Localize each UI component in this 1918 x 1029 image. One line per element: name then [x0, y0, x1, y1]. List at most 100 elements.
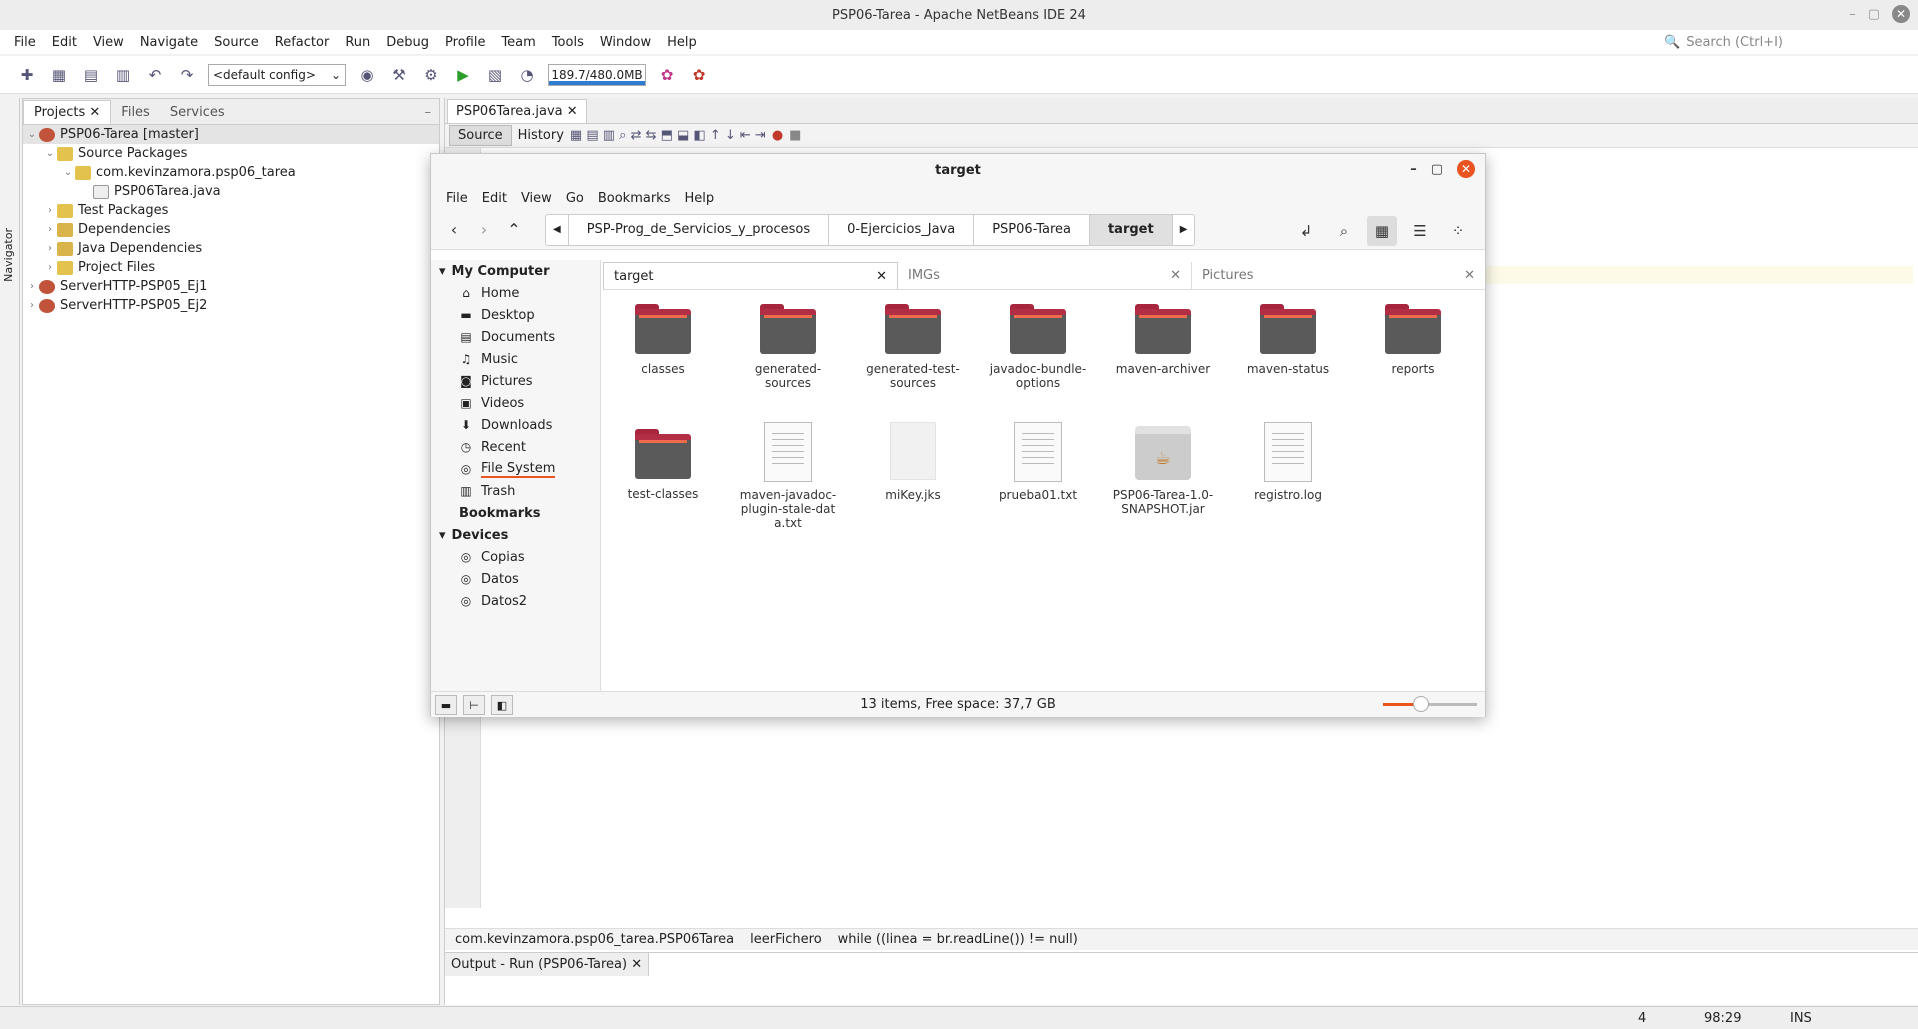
- menu-source[interactable]: Source: [206, 35, 267, 50]
- new-file-icon[interactable]: ✚: [16, 64, 38, 86]
- expand-icon[interactable]: ›: [25, 300, 39, 311]
- globe-icon[interactable]: ◉: [356, 64, 378, 86]
- file-item[interactable]: maven-javadoc-plugin-stale-data.txt: [736, 422, 840, 530]
- tab-output[interactable]: Output - Run (PSP06-Tarea) ✕: [445, 953, 650, 976]
- tab-services[interactable]: Services: [160, 101, 235, 124]
- gc-icon[interactable]: ✿: [656, 64, 678, 86]
- minimize-panel-icon[interactable]: –: [425, 105, 432, 120]
- sidebar-item-device[interactable]: ◎ Datos2: [431, 590, 600, 612]
- file-item[interactable]: generated-test-sources: [861, 304, 965, 390]
- sidebar-item-trash[interactable]: ▥ Trash: [431, 480, 600, 502]
- list-view-icon[interactable]: ☰: [1405, 216, 1435, 246]
- breadcrumb-class[interactable]: com.kevinzamora.psp06_tarea.PSP06Tarea: [455, 932, 734, 947]
- file-item[interactable]: miKey.jks: [861, 422, 965, 502]
- sidebar-section-my-computer[interactable]: ▾ My Computer: [431, 260, 600, 282]
- tree-item[interactable]: › Dependencies: [23, 220, 439, 239]
- path-segment-current[interactable]: target: [1089, 214, 1173, 245]
- sidebar-item-music[interactable]: ♫ Music: [431, 348, 600, 370]
- collapse-icon[interactable]: ▾: [439, 264, 446, 279]
- tree-item[interactable]: › Test Packages: [23, 201, 439, 220]
- tab-projects[interactable]: Projects ✕: [23, 100, 112, 124]
- file-item[interactable]: registro.log: [1236, 422, 1340, 502]
- fm-menu-help[interactable]: Help: [677, 191, 721, 206]
- fm-menu-view[interactable]: View: [514, 191, 559, 206]
- record-macro-icon[interactable]: ●: [772, 128, 783, 143]
- expand-icon[interactable]: ⌄: [43, 148, 57, 159]
- fm-menu-go[interactable]: Go: [559, 191, 591, 206]
- memory-indicator[interactable]: 189.7/480.0MB: [548, 63, 646, 86]
- minimize-icon[interactable]: –: [1849, 7, 1856, 22]
- maximize-icon[interactable]: ▢: [1868, 7, 1880, 22]
- menu-help[interactable]: Help: [659, 35, 705, 50]
- sidebar-item-pictures[interactable]: ◙ Pictures: [431, 370, 600, 392]
- menu-tools[interactable]: Tools: [544, 35, 592, 50]
- sidebar-item-device[interactable]: ◎ Copias: [431, 546, 600, 568]
- menu-debug[interactable]: Debug: [378, 35, 437, 50]
- history-button[interactable]: History: [518, 128, 564, 143]
- menu-navigate[interactable]: Navigate: [132, 35, 206, 50]
- menu-run[interactable]: Run: [337, 35, 378, 50]
- expand-icon[interactable]: ›: [43, 262, 57, 273]
- back-icon[interactable]: ‹: [439, 215, 469, 245]
- file-item[interactable]: generated-sources: [736, 304, 840, 390]
- show-places-icon[interactable]: ▬: [435, 695, 457, 715]
- fm-search-icon[interactable]: ⌕: [1329, 216, 1359, 246]
- file-item[interactable]: maven-status: [1236, 304, 1340, 376]
- search-box[interactable]: 🔍 Search (Ctrl+I): [1664, 32, 1904, 52]
- menu-profile[interactable]: Profile: [437, 35, 493, 50]
- tree-item[interactable]: ⌄ com.kevinzamora.psp06_tarea: [23, 163, 439, 182]
- menu-refactor[interactable]: Refactor: [267, 35, 338, 50]
- tree-item[interactable]: › ServerHTTP-PSP05_Ej2: [23, 296, 439, 315]
- menu-team[interactable]: Team: [493, 35, 543, 50]
- fm-menu-file[interactable]: File: [439, 191, 475, 206]
- sidebar-item-recent[interactable]: ◷ Recent: [431, 436, 600, 458]
- tab-pictures[interactable]: Pictures ✕: [1192, 262, 1485, 289]
- tree-item[interactable]: ⌄ Source Packages: [23, 144, 439, 163]
- sidebar-section-bookmarks[interactable]: Bookmarks: [431, 502, 600, 524]
- zoom-slider[interactable]: [1383, 696, 1477, 712]
- sidebar-item-device[interactable]: ◎ Datos: [431, 568, 600, 590]
- save-all-icon[interactable]: ▥: [112, 64, 134, 86]
- tab-files[interactable]: Files: [111, 101, 160, 124]
- up-icon[interactable]: ⌃: [499, 215, 529, 245]
- notifications-badge[interactable]: 4: [1638, 1011, 1646, 1026]
- fm-menu-edit[interactable]: Edit: [475, 191, 514, 206]
- menu-file[interactable]: File: [6, 35, 44, 50]
- expand-icon[interactable]: ›: [43, 224, 57, 235]
- run-icon[interactable]: ▶: [452, 64, 474, 86]
- menu-edit[interactable]: Edit: [44, 35, 85, 50]
- undo-icon[interactable]: ↶: [144, 64, 166, 86]
- debug-icon[interactable]: ▧: [484, 64, 506, 86]
- file-item[interactable]: prueba01.txt: [986, 422, 1090, 502]
- breadcrumb-method[interactable]: leerFichero: [750, 932, 822, 947]
- redo-icon[interactable]: ↷: [176, 64, 198, 86]
- tab-psp06tarea-java[interactable]: PSP06Tarea.java ✕: [447, 99, 587, 123]
- close-icon[interactable]: ✕: [1892, 5, 1910, 23]
- sidebar-item-home[interactable]: ⌂ Home: [431, 282, 600, 304]
- menu-window[interactable]: Window: [592, 35, 659, 50]
- fm-close-icon[interactable]: ✕: [1457, 160, 1475, 178]
- tree-item[interactable]: › Project Files: [23, 258, 439, 277]
- fm-maximize-icon[interactable]: ▢: [1431, 162, 1443, 177]
- hide-sidebar-icon[interactable]: ◧: [491, 695, 513, 715]
- path-segment[interactable]: PSP06-Tarea: [974, 214, 1090, 245]
- collapse-icon[interactable]: ▾: [439, 528, 446, 543]
- icon-view-icon[interactable]: ▦: [1367, 216, 1397, 246]
- path-right-icon[interactable]: ▶: [1173, 215, 1195, 245]
- file-item[interactable]: classes: [611, 304, 715, 376]
- source-button[interactable]: Source: [449, 125, 512, 146]
- close-tab-icon[interactable]: ✕: [876, 269, 887, 284]
- fm-minimize-icon[interactable]: –: [1410, 162, 1417, 177]
- file-item[interactable]: maven-archiver: [1111, 304, 1215, 376]
- sidebar-item-filesystem[interactable]: ◎ File System: [431, 458, 600, 480]
- sidebar-item-desktop[interactable]: ▬ Desktop: [431, 304, 600, 326]
- breadcrumb-loop[interactable]: while ((linea = br.readLine()) != null): [838, 932, 1078, 947]
- forward-icon[interactable]: ›: [469, 215, 499, 245]
- menu-view[interactable]: View: [85, 35, 132, 50]
- stop-macro-icon[interactable]: ■: [789, 128, 801, 143]
- show-tree-icon[interactable]: ⊢: [463, 695, 485, 715]
- build-icon[interactable]: ⚒: [388, 64, 410, 86]
- config-select[interactable]: <default config> ⌄: [208, 63, 346, 86]
- expand-icon[interactable]: ›: [43, 205, 57, 216]
- profiler-icon[interactable]: ✿: [688, 64, 710, 86]
